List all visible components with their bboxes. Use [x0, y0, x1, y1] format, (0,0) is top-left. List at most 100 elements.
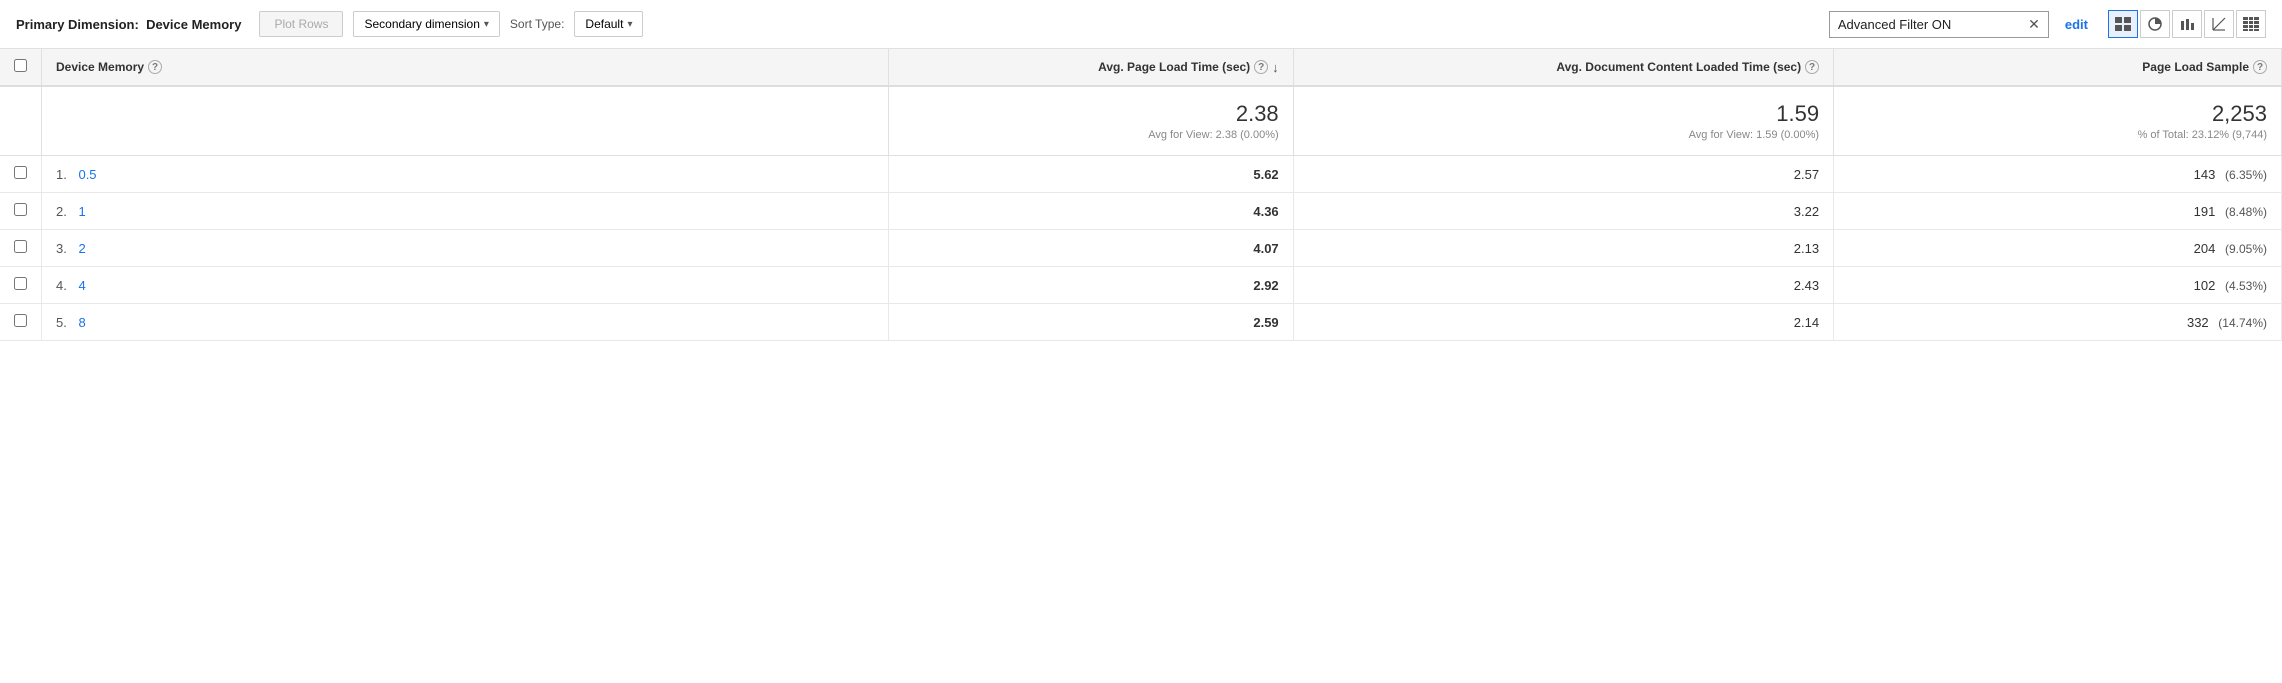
row-sample-count: 191: [2194, 204, 2216, 219]
row-checkbox-cell[interactable]: [0, 156, 42, 193]
row-sample-count: 204: [2194, 241, 2216, 256]
select-all-checkbox[interactable]: [14, 59, 27, 72]
row-checkbox[interactable]: [14, 240, 27, 253]
bar-view-button[interactable]: [2172, 10, 2202, 38]
pie-icon: [2148, 17, 2162, 31]
select-all-checkbox-cell[interactable]: [0, 49, 42, 86]
table-row: 5. 8 2.59 2.14 332 (14.74%): [0, 304, 2282, 341]
row-sample-cell: 143 (6.35%): [1834, 156, 2282, 193]
advanced-filter-box: Advanced Filter ON ✕: [1829, 11, 2049, 38]
pivot-icon: [2243, 17, 2259, 31]
row-number: 2.: [56, 204, 67, 219]
table-icon: [2115, 17, 2131, 31]
secondary-dimension-dropdown[interactable]: Secondary dimension ▾: [353, 11, 499, 37]
row-device-link[interactable]: 4: [78, 278, 85, 293]
row-checkbox[interactable]: [14, 203, 27, 216]
bar-icon: [2180, 17, 2194, 31]
summary-row: 2.38 Avg for View: 2.38 (0.00%) 1.59 Avg…: [0, 86, 2282, 156]
table-row: 2. 1 4.36 3.22 191 (8.48%): [0, 193, 2282, 230]
col-header-device: Device Memory ?: [42, 49, 889, 86]
chevron-down-icon-sort: ▾: [627, 19, 632, 30]
pivot-view-button[interactable]: [2236, 10, 2266, 38]
filter-close-icon[interactable]: ✕: [2028, 16, 2040, 33]
row-sample-pct: (6.35%): [2225, 168, 2267, 182]
row-number: 1.: [56, 167, 67, 182]
sort-down-icon: ↓: [1272, 60, 1279, 75]
primary-dimension-label: Primary Dimension: Device Memory: [16, 17, 241, 32]
col-header-avg-load: Avg. Page Load Time (sec) ? ↓: [888, 49, 1293, 86]
row-avg-load-cell: 4.07: [888, 230, 1293, 267]
table-view-button[interactable]: [2108, 10, 2138, 38]
scatter-view-button[interactable]: [2204, 10, 2234, 38]
row-checkbox[interactable]: [14, 166, 27, 179]
help-icon-avg-load[interactable]: ?: [1254, 60, 1268, 74]
chevron-down-icon: ▾: [484, 19, 489, 30]
row-checkbox-cell[interactable]: [0, 267, 42, 304]
row-device-cell: 3. 2: [42, 230, 889, 267]
row-sample-cell: 204 (9.05%): [1834, 230, 2282, 267]
row-sample-cell: 102 (4.53%): [1834, 267, 2282, 304]
row-sample-cell: 332 (14.74%): [1834, 304, 2282, 341]
sort-type-dropdown[interactable]: Default ▾: [574, 11, 643, 37]
help-icon-avg-doc[interactable]: ?: [1805, 60, 1819, 74]
table-header-row: Device Memory ? Avg. Page Load Time (sec…: [0, 49, 2282, 86]
plot-rows-button[interactable]: Plot Rows: [259, 11, 343, 37]
summary-checkbox-cell: [0, 86, 42, 156]
summary-device-cell: [42, 86, 889, 156]
row-checkbox[interactable]: [14, 277, 27, 290]
edit-filter-link[interactable]: edit: [2065, 17, 2088, 32]
col-header-avg-doc: Avg. Document Content Loaded Time (sec) …: [1293, 49, 1833, 86]
row-number: 5.: [56, 315, 67, 330]
col-header-sample: Page Load Sample ?: [1834, 49, 2282, 86]
row-device-link[interactable]: 2: [78, 241, 85, 256]
table-row: 1. 0.5 5.62 2.57 143 (6.35%): [0, 156, 2282, 193]
row-checkbox[interactable]: [14, 314, 27, 327]
row-checkbox-cell[interactable]: [0, 230, 42, 267]
summary-sample-value: 2,253: [1848, 101, 2267, 127]
row-device-cell: 1. 0.5: [42, 156, 889, 193]
row-number: 3.: [56, 241, 67, 256]
summary-sample-sub: % of Total: 23.12% (9,744): [1848, 129, 2267, 141]
pie-view-button[interactable]: [2140, 10, 2170, 38]
row-avg-load-cell: 4.36: [888, 193, 1293, 230]
table-row: 3. 2 4.07 2.13 204 (9.05%): [0, 230, 2282, 267]
row-sample-count: 143: [2194, 167, 2216, 182]
summary-avg-load-value: 2.38: [903, 101, 1279, 127]
summary-sample-cell: 2,253 % of Total: 23.12% (9,744): [1834, 86, 2282, 156]
help-icon-sample[interactable]: ?: [2253, 60, 2267, 74]
row-checkbox-cell[interactable]: [0, 193, 42, 230]
row-sample-count: 102: [2194, 278, 2216, 293]
row-avg-load-cell: 2.92: [888, 267, 1293, 304]
summary-avg-doc-value: 1.59: [1308, 101, 1819, 127]
row-avg-load-cell: 5.62: [888, 156, 1293, 193]
row-avg-doc-cell: 2.43: [1293, 267, 1833, 304]
row-avg-load-cell: 2.59: [888, 304, 1293, 341]
row-device-cell: 4. 4: [42, 267, 889, 304]
row-number: 4.: [56, 278, 67, 293]
row-device-link[interactable]: 8: [78, 315, 85, 330]
row-device-link[interactable]: 1: [78, 204, 85, 219]
row-avg-doc-cell: 2.13: [1293, 230, 1833, 267]
summary-avg-load-cell: 2.38 Avg for View: 2.38 (0.00%): [888, 86, 1293, 156]
summary-avg-doc-sub: Avg for View: 1.59 (0.00%): [1308, 129, 1819, 141]
row-sample-pct: (8.48%): [2225, 205, 2267, 219]
table-row: 4. 4 2.92 2.43 102 (4.53%): [0, 267, 2282, 304]
view-icons-group: [2108, 10, 2266, 38]
scatter-icon: [2212, 17, 2226, 31]
row-checkbox-cell[interactable]: [0, 304, 42, 341]
sort-type-label: Sort Type:: [510, 17, 564, 31]
toolbar: Primary Dimension: Device Memory Plot Ro…: [0, 0, 2282, 49]
row-avg-doc-cell: 3.22: [1293, 193, 1833, 230]
data-table: Device Memory ? Avg. Page Load Time (sec…: [0, 49, 2282, 341]
summary-avg-doc-cell: 1.59 Avg for View: 1.59 (0.00%): [1293, 86, 1833, 156]
row-sample-pct: (9.05%): [2225, 242, 2267, 256]
row-device-link[interactable]: 0.5: [78, 167, 96, 182]
help-icon-device[interactable]: ?: [148, 60, 162, 74]
row-avg-doc-cell: 2.14: [1293, 304, 1833, 341]
row-device-cell: 2. 1: [42, 193, 889, 230]
filter-text: Advanced Filter ON: [1838, 17, 2020, 32]
row-avg-doc-cell: 2.57: [1293, 156, 1833, 193]
row-sample-cell: 191 (8.48%): [1834, 193, 2282, 230]
row-device-cell: 5. 8: [42, 304, 889, 341]
row-sample-count: 332: [2187, 315, 2209, 330]
